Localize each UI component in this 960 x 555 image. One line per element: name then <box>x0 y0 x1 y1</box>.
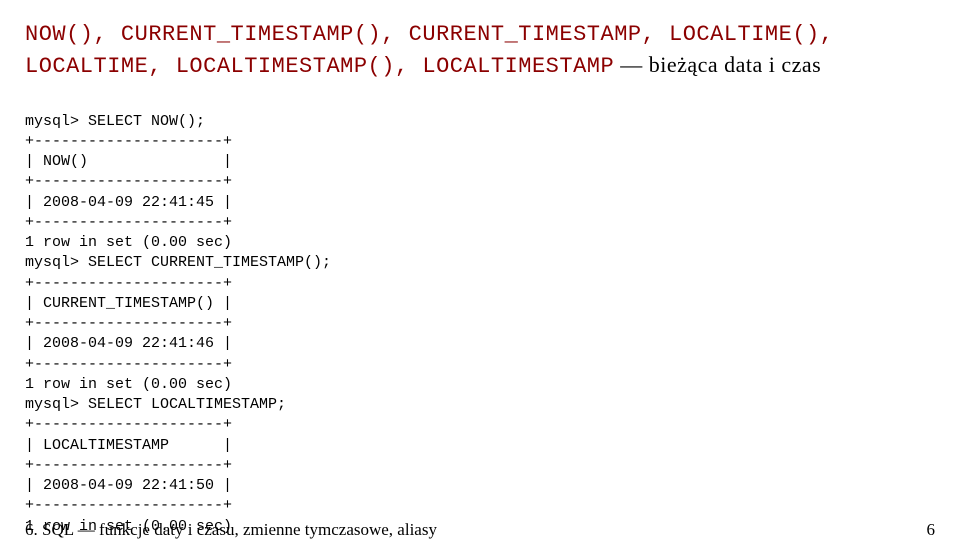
code-line: +---------------------+ <box>25 173 232 190</box>
code-line: | 2008-04-09 22:41:50 | <box>25 477 232 494</box>
code-line: +---------------------+ <box>25 416 232 433</box>
code-line: mysql> SELECT CURRENT_TIMESTAMP(); <box>25 254 331 271</box>
code-line: 1 row in set (0.00 sec) <box>25 234 232 251</box>
code-line: +---------------------+ <box>25 497 232 514</box>
code-line: +---------------------+ <box>25 275 232 292</box>
code-line: mysql> SELECT LOCALTIMESTAMP; <box>25 396 286 413</box>
code-line: | 2008-04-09 22:41:46 | <box>25 335 232 352</box>
footer: 6. SQL — funkcje daty i czasu, zmienne t… <box>25 520 935 540</box>
slide-title: NOW(), CURRENT_TIMESTAMP(), CURRENT_TIME… <box>25 20 935 81</box>
code-block: mysql> SELECT NOW(); +------------------… <box>25 91 935 537</box>
code-line: +---------------------+ <box>25 214 232 231</box>
code-line: +---------------------+ <box>25 315 232 332</box>
code-line: +---------------------+ <box>25 356 232 373</box>
code-line: +---------------------+ <box>25 457 232 474</box>
footer-left: 6. SQL — funkcje daty i czasu, zmienne t… <box>25 520 437 540</box>
title-description: — bieżąca data i czas <box>614 52 821 77</box>
code-line: 1 row in set (0.00 sec) <box>25 376 232 393</box>
code-line: | CURRENT_TIMESTAMP() | <box>25 295 232 312</box>
code-line: mysql> SELECT NOW(); <box>25 113 205 130</box>
code-line: +---------------------+ <box>25 133 232 150</box>
code-line: | LOCALTIMESTAMP | <box>25 437 232 454</box>
footer-page-number: 6 <box>927 520 936 540</box>
code-line: | 2008-04-09 22:41:45 | <box>25 194 232 211</box>
code-line: | NOW() | <box>25 153 232 170</box>
